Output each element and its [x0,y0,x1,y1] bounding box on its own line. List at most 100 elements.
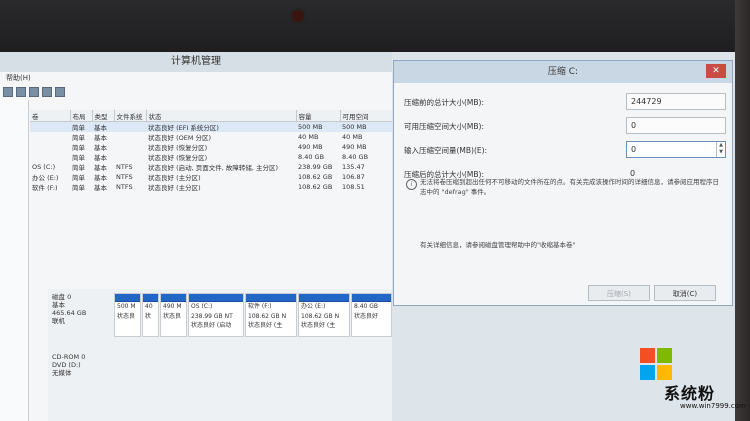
cell-capacity: 500 MB [296,121,340,132]
cell-fs: NTFS [116,163,133,171]
cdrom-row: CD-ROM 0 DVD (D:) 无媒体 [48,351,392,401]
computer-management-window: 计算机管理 帮助(H) 卷 布局 类型 文件系统 状态 容量 可用空间 简单 基… [0,52,392,421]
partition-size: 500 M [117,303,136,310]
dialog-title: 压缩 C: ✕ [394,61,732,83]
cancel-button[interactable]: 取消(C) [654,285,716,301]
table-row[interactable]: 简单 基本 状态良好 (OEM 分区) 40 MB 40 MB [30,132,392,142]
cell-free: 40 MB [342,133,363,141]
watermark: 系统粉 www.win7999.com [640,330,750,421]
partition-efi[interactable]: 500 M 状态良 [114,293,141,337]
windows-logo-icon [640,348,674,382]
properties-icon[interactable] [29,87,39,97]
info-message: 无法将卷压缩到超出任何不可移动的文件所在的点。有关完成该操作时间的详细信息，请参… [420,178,719,196]
col-status[interactable]: 状态 [146,110,297,122]
cell-layout: 简单 [72,184,85,192]
cdrom-label[interactable]: CD-ROM 0 DVD (D:) 无媒体 [52,353,112,377]
shrink-amount-label: 输入压缩空间量(MB)(E): [404,146,488,155]
cell-status: 状态良好 (恢复分区) [148,154,208,162]
cell-free: 8.40 GB [342,153,369,161]
col-free[interactable]: 可用空间 [340,110,392,122]
available-shrink-row: 可用压缩空间大小(MB): 0 [404,117,726,135]
cell-volume [30,152,70,162]
shrink-dialog: 压缩 C: ✕ 压缩前的总计大小(MB): 244729 可用压缩空间大小(MB… [393,60,733,306]
shrink-button[interactable]: 压缩(S) [588,285,650,301]
table-row[interactable]: OS (C:) 简单 基本 NTFS 状态良好 (启动, 页面文件, 故障转储,… [30,162,392,172]
help-link[interactable]: 有关详细信息，请参阅磁盘管理帮助中的"收缩基本卷" [420,239,575,249]
disk-0-row: 磁盘 0 基本 465.64 GB 联机 500 M 状态良 40 状 490 … [48,291,392,341]
partition-status: 状态良好 (主 [248,322,283,329]
shrink-amount-input[interactable]: 0 ▲ ▼ [626,141,726,158]
folder-icon[interactable] [16,87,26,97]
disk-0-label[interactable]: 磁盘 0 基本 465.64 GB 联机 [52,293,112,325]
cell-volume [30,132,70,142]
cell-volume [30,121,70,132]
console-tree[interactable] [0,100,29,421]
partition-os-c[interactable]: OS (C:) 238.99 GB NT 状态良好 (启动 [188,293,244,337]
spin-arrows-icon[interactable]: ▲ ▼ [716,142,725,157]
watermark-brand: 系统粉 [664,384,716,403]
window-title: 计算机管理 [0,52,392,72]
cell-capacity: 490 MB [298,143,323,151]
cell-type: 基本 [92,121,114,132]
partition-size: 490 M [163,303,182,310]
cell-capacity: 238.99 GB [298,163,333,171]
col-capacity[interactable]: 容量 [296,110,341,122]
col-layout[interactable]: 布局 [70,110,93,122]
cell-status: 状态良好 (恢复分区) [148,144,208,152]
partition-status: 状态良好 [354,312,379,320]
table-row[interactable]: 软件 (F:) 简单 基本 NTFS 状态良好 (主分区) 108.62 GB … [30,182,392,192]
partition-size: 8.40 GB [354,303,379,310]
partition-name: 软件 (F:) [248,303,272,310]
close-button[interactable]: ✕ [706,64,726,78]
col-filesystem[interactable]: 文件系统 [114,110,147,122]
cell-capacity: 108.62 GB [298,183,333,191]
dialog-title-text: 压缩 C: [547,67,579,77]
partition-recovery[interactable]: 490 M 状态良 [160,293,187,337]
view-icon[interactable] [42,87,52,97]
cell-layout: 简单 [72,134,85,142]
cell-fs: NTFS [116,173,133,181]
cell-layout: 简单 [72,174,85,182]
table-row[interactable]: 简单 基本 状态良好 (恢复分区) 490 MB 490 MB [30,142,392,152]
total-before-label: 压缩前的总计大小(MB): [404,98,484,107]
available-shrink-value: 0 [626,117,726,134]
cell-free: 135.47 [342,163,365,171]
monitor-bezel-top [0,0,750,52]
cell-status: 状态良好 (主分区) [148,184,201,192]
cell-fs [114,142,146,152]
col-type[interactable]: 类型 [92,110,115,122]
cell-free: 108.51 [342,183,365,191]
partition-status: 状 [145,312,152,320]
disk-icon[interactable] [3,87,13,97]
cell-type: 基本 [94,144,107,152]
col-volume[interactable]: 卷 [30,110,71,122]
total-before-row: 压缩前的总计大小(MB): 244729 [404,93,726,111]
cell-volume [30,142,70,152]
disk-size: 465.64 GB [52,309,87,317]
partition-size: 108.62 GB N [301,312,340,320]
cell-type: 基本 [94,164,107,172]
cell-status: 状态良好 (EFI 系统分区) [146,121,296,132]
partition-oem[interactable]: 40 状 [142,293,159,337]
partition-recovery-2[interactable]: 8.40 GB 状态良好 [351,293,392,337]
table-row[interactable]: 办公 (E:) 简单 基本 NTFS 状态良好 (主分区) 108.62 GB … [30,172,392,182]
help-icon[interactable] [55,87,65,97]
info-icon: i [406,179,417,190]
disk-type: 基本 [52,301,65,309]
cell-layout: 简单 [70,121,92,132]
cell-type: 基本 [94,174,107,182]
table-row[interactable]: 简单 基本 状态良好 (EFI 系统分区) 500 MB 500 MB [30,121,392,132]
table-row[interactable]: 简单 基本 状态良好 (恢复分区) 8.40 GB 8.40 GB [30,152,392,162]
cell-free: 106.87 [342,173,365,181]
cell-volume: OS (C:) [32,163,56,171]
cell-layout: 简单 [72,164,85,172]
partition-software-f[interactable]: 软件 (F:) 108.62 GB N 状态良好 (主 [245,293,297,337]
cell-layout: 简单 [72,144,85,152]
partition-size: 108.62 GB N [248,312,287,320]
menu-help[interactable]: 帮助(H) [0,72,392,84]
cell-type: 基本 [94,184,107,192]
cell-fs [114,152,146,162]
partition-office-e[interactable]: 办公 (E:) 108.62 GB N 状态良好 (主 [298,293,350,337]
disk-map: 磁盘 0 基本 465.64 GB 联机 500 M 状态良 40 状 490 … [48,289,392,421]
cell-capacity: 40 MB [298,133,319,141]
